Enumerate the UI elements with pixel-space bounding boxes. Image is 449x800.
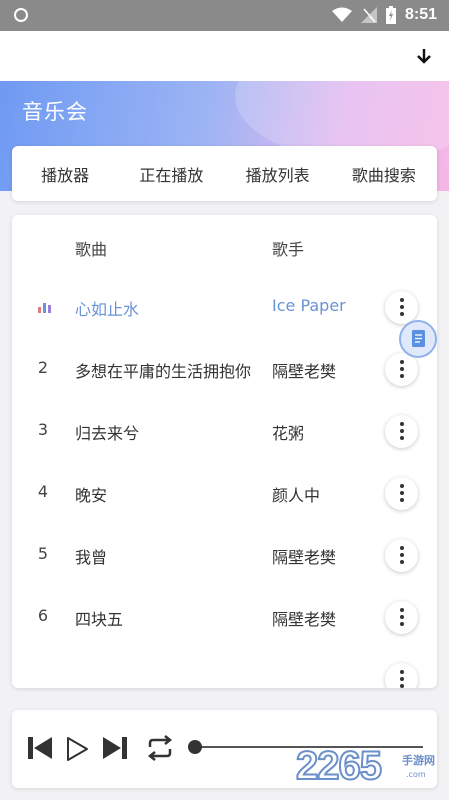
more-vertical-icon[interactable] (385, 663, 418, 688)
song-index: 4 (37, 482, 49, 501)
play-icon[interactable] (64, 735, 90, 763)
song-index: 6 (37, 606, 49, 625)
top-bar (0, 31, 449, 81)
song-row[interactable]: 3 归去来兮 花粥 (12, 401, 437, 463)
song-artist: 隔壁老樊 (272, 610, 337, 629)
watermark: 2265 手游网 .com (295, 743, 446, 794)
wifi-icon (331, 7, 352, 22)
song-title: 归去来兮 (75, 424, 140, 443)
song-title: 晚安 (75, 486, 108, 505)
watermark-number: 2265 (295, 743, 383, 789)
tab-playlist[interactable]: 播放列表 (225, 162, 331, 186)
song-row[interactable]: 5 我曾 隔壁老樊 (12, 525, 437, 587)
equalizer-icon (38, 301, 54, 313)
song-row[interactable]: 心如止水 Ice Paper (12, 277, 437, 339)
repeat-icon[interactable] (145, 735, 175, 761)
song-artist: 颜人中 (272, 486, 321, 505)
song-title: 多想在平庸的生活拥抱你 (75, 362, 252, 381)
more-vertical-icon[interactable] (385, 291, 418, 324)
song-index: 5 (37, 544, 49, 563)
song-artist: 隔壁老樊 (272, 548, 337, 567)
app-title: 音乐会 (22, 100, 88, 124)
song-list-header: 歌曲 歌手 (12, 215, 437, 277)
floating-document-button[interactable] (399, 320, 437, 358)
song-title: 心如止水 (75, 300, 140, 319)
song-artist: 隔壁老樊 (272, 362, 337, 381)
clock: 8:51 (404, 6, 437, 23)
tab-player[interactable]: 播放器 (12, 162, 118, 186)
song-title: 我曾 (75, 548, 108, 567)
song-row[interactable]: 2 多想在平庸的生活拥抱你 隔壁老樊 (12, 339, 437, 401)
song-title: 四块五 (75, 610, 124, 629)
song-index: 3 (37, 420, 49, 439)
download-icon[interactable] (415, 46, 433, 66)
more-vertical-icon[interactable] (385, 539, 418, 572)
column-header-song: 歌曲 (75, 240, 108, 259)
shield-icon (14, 8, 28, 22)
watermark-text: 手游网 (402, 754, 435, 767)
song-row-partial[interactable] (12, 649, 437, 688)
more-vertical-icon[interactable] (385, 601, 418, 634)
skip-next-icon[interactable] (101, 735, 129, 761)
signal-icon (360, 7, 377, 23)
song-index: 2 (37, 358, 49, 377)
progress-knob[interactable] (188, 740, 202, 754)
song-artist: Ice Paper (272, 296, 346, 315)
document-icon (412, 330, 425, 347)
watermark-suffix: .com (406, 770, 426, 779)
song-row[interactable]: 4 晚安 颜人中 (12, 463, 437, 525)
skip-previous-icon[interactable] (26, 735, 54, 761)
song-artist: 花粥 (272, 424, 305, 443)
tab-bar: 播放器 正在播放 播放列表 歌曲搜索 (12, 146, 437, 201)
song-row[interactable]: 6 四块五 隔壁老樊 (12, 587, 437, 649)
column-header-artist: 歌手 (272, 240, 305, 259)
tab-now-playing[interactable]: 正在播放 (118, 162, 224, 186)
song-list[interactable]: 歌曲 歌手 心如止水 Ice Paper 2 多想在平庸的生活拥抱你 隔壁老樊 … (12, 215, 437, 688)
more-vertical-icon[interactable] (385, 477, 418, 510)
tab-song-search[interactable]: 歌曲搜索 (331, 162, 437, 186)
status-bar: 8:51 (0, 0, 449, 31)
more-vertical-icon[interactable] (385, 415, 418, 448)
battery-icon (385, 6, 396, 24)
